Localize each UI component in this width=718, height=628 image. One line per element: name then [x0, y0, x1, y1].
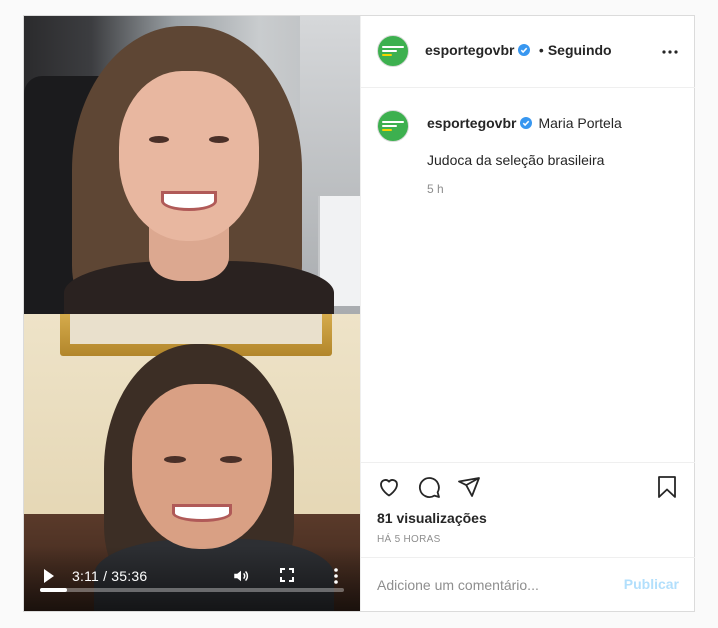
post-header: esportegovbr • Seguindo [361, 16, 695, 88]
more-horizontal-icon[interactable] [661, 43, 679, 61]
eye [209, 136, 229, 143]
volume-icon[interactable] [232, 567, 250, 585]
post-actions: 81 visualizações HÁ 5 HORAS [361, 462, 695, 558]
add-comment-section: Publicar [361, 557, 695, 611]
eye [164, 456, 186, 463]
controls-row: 3:11 / 35:36 [24, 566, 360, 588]
eye [149, 136, 169, 143]
mouth [172, 504, 232, 522]
more-vertical-icon[interactable] [332, 567, 340, 585]
post-card: 3:11 / 35:36 esportegovbr • Seguindo esp… [23, 15, 695, 612]
video-progress-bar[interactable] [40, 588, 344, 592]
bookmark-icon[interactable] [655, 475, 679, 499]
video-controls: 3:11 / 35:36 [24, 546, 360, 611]
comment-age[interactable]: 5 h [427, 182, 444, 196]
fullscreen-icon[interactable] [280, 568, 294, 582]
brand-logo-icon [382, 46, 404, 56]
following-button[interactable]: Seguindo [548, 42, 612, 58]
avatar[interactable] [377, 35, 409, 67]
verified-badge-icon [520, 117, 533, 129]
play-icon[interactable] [44, 569, 54, 583]
video-player[interactable]: 3:11 / 35:36 [24, 16, 360, 611]
picture-frame-inner [70, 314, 322, 344]
time-display: 3:11 / 35:36 [72, 568, 148, 584]
person-face [132, 384, 272, 549]
mention-text: Maria Portela [538, 115, 622, 131]
video-pane-top [24, 16, 360, 314]
header-username[interactable]: esportegovbr [425, 42, 514, 58]
separator-dot: • [538, 42, 544, 58]
comment-username[interactable]: esportegovbr [427, 115, 516, 131]
post-timestamp: HÁ 5 HORAS [377, 534, 441, 545]
mouth [161, 191, 217, 211]
heart-icon[interactable] [377, 475, 401, 499]
share-icon[interactable] [457, 475, 481, 499]
caption-text: Judoca da seleção brasileira [427, 152, 605, 168]
comment-user-line: esportegovbr Maria Portela [427, 115, 622, 133]
avatar[interactable] [377, 110, 409, 142]
video-progress-fill [40, 588, 68, 592]
person-face [119, 71, 259, 241]
post-details-panel: esportegovbr • Seguindo esportegovbr Maria… [360, 16, 695, 611]
eye [220, 456, 242, 463]
comment-icon[interactable] [417, 475, 441, 499]
brand-logo-icon [382, 121, 404, 131]
view-count[interactable]: 81 visualizações [377, 510, 487, 526]
verified-badge-icon [518, 44, 531, 56]
publish-button[interactable]: Publicar [624, 576, 679, 592]
comment-input[interactable] [377, 575, 607, 595]
header-user-line: esportegovbr • Seguindo [425, 42, 612, 60]
